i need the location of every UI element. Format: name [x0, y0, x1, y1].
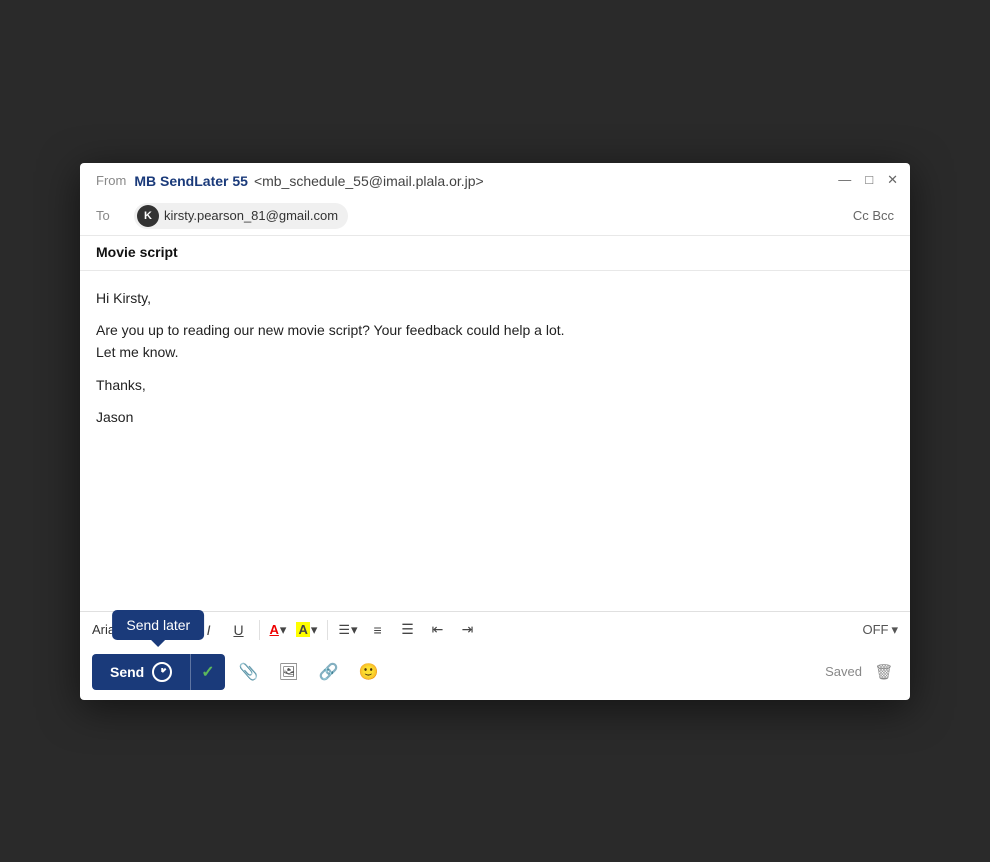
indent-icon: ⇥ — [462, 621, 474, 638]
action-toolbar: Send later Send ✓ 📎 🖼 🔗 🙂 Saved 🗑 — [80, 648, 910, 700]
align-icon: ☰ — [338, 622, 350, 638]
from-email: <mb_schedule_55@imail.plala.or.jp> — [254, 173, 484, 189]
body-greeting: Hi Kirsty, — [96, 287, 894, 309]
body-thanks: Thanks, — [96, 374, 894, 396]
cc-bcc-button[interactable]: Cc Bcc — [853, 208, 894, 223]
highlight-arrow-icon: ▾ — [311, 622, 318, 638]
font-color-button[interactable]: A ▾ — [266, 620, 291, 640]
minimize-button[interactable]: — — [838, 173, 851, 186]
delete-button[interactable]: 🗑 — [870, 658, 898, 686]
to-label: To — [96, 208, 126, 223]
font-color-arrow-icon: ▾ — [280, 622, 287, 638]
formatting-toolbar: Arial 10 ▾ B I U A ▾ A ▾ ☰ ▾ ≡ ☰ ⇤ — [80, 611, 910, 648]
saved-text: Saved — [825, 664, 862, 679]
font-color-icon: A — [270, 622, 279, 637]
separator-2 — [259, 620, 260, 640]
send-button-group: Send later Send ✓ — [92, 654, 225, 690]
close-button[interactable]: ✕ — [887, 173, 898, 186]
image-icon: 🖼 — [278, 662, 298, 682]
clock-icon — [152, 662, 172, 682]
off-toggle[interactable]: OFF ▾ — [862, 622, 898, 638]
send-later-tooltip: Send later — [112, 610, 204, 640]
indent-button[interactable]: ⇥ — [454, 616, 482, 644]
from-label: From — [96, 173, 126, 188]
send-button[interactable]: Send — [92, 654, 190, 690]
attach-button[interactable]: 📎 — [233, 656, 265, 688]
saved-section: Saved 🗑 — [825, 658, 898, 686]
avatar: K — [137, 205, 159, 227]
send-check-button[interactable]: ✓ — [190, 654, 224, 690]
compose-window: From MB SendLater 55 <mb_schedule_55@ima… — [80, 163, 910, 700]
from-name: MB SendLater 55 — [134, 173, 248, 189]
body-paragraph: Are you up to reading our new movie scri… — [96, 319, 894, 364]
align-arrow-icon: ▾ — [351, 622, 358, 638]
trash-icon: 🗑 — [874, 663, 893, 681]
link-icon: 🔗 — [319, 662, 339, 682]
highlight-icon: A — [296, 622, 309, 637]
off-arrow-icon: ▾ — [891, 622, 898, 638]
outdent-icon: ⇤ — [432, 621, 444, 638]
ordered-list-button[interactable]: ≡ — [364, 616, 392, 644]
attach-icon: 📎 — [239, 662, 259, 682]
align-button[interactable]: ☰ ▾ — [334, 620, 361, 640]
title-bar: From MB SendLater 55 <mb_schedule_55@ima… — [80, 163, 910, 197]
outdent-button[interactable]: ⇤ — [424, 616, 452, 644]
recipient-email: kirsty.pearson_81@gmail.com — [164, 208, 338, 223]
image-button[interactable]: 🖼 — [273, 656, 305, 688]
emoji-icon: 🙂 — [359, 662, 379, 682]
send-label: Send — [110, 664, 144, 680]
underline-button[interactable]: U — [225, 616, 253, 644]
highlight-color-button[interactable]: A ▾ — [292, 620, 321, 640]
off-label: OFF — [862, 622, 888, 637]
window-controls: — □ ✕ — [838, 173, 898, 186]
send-later-label: Send later — [126, 617, 190, 633]
unordered-list-button[interactable]: ☰ — [394, 616, 422, 644]
email-body[interactable]: Hi Kirsty, Are you up to reading our new… — [80, 271, 910, 611]
recipient-chip[interactable]: K kirsty.pearson_81@gmail.com — [134, 203, 348, 229]
link-button[interactable]: 🔗 — [313, 656, 345, 688]
ordered-list-icon: ≡ — [373, 622, 381, 638]
body-signature: Jason — [96, 406, 894, 428]
to-row: To K kirsty.pearson_81@gmail.com Cc Bcc — [80, 197, 910, 236]
separator-3 — [327, 620, 328, 640]
check-icon: ✓ — [201, 664, 214, 681]
subject-row: Movie script — [80, 236, 910, 271]
maximize-button[interactable]: □ — [865, 173, 873, 186]
unordered-list-icon: ☰ — [401, 621, 414, 638]
subject-text: Movie script — [96, 244, 178, 260]
emoji-button[interactable]: 🙂 — [353, 656, 385, 688]
